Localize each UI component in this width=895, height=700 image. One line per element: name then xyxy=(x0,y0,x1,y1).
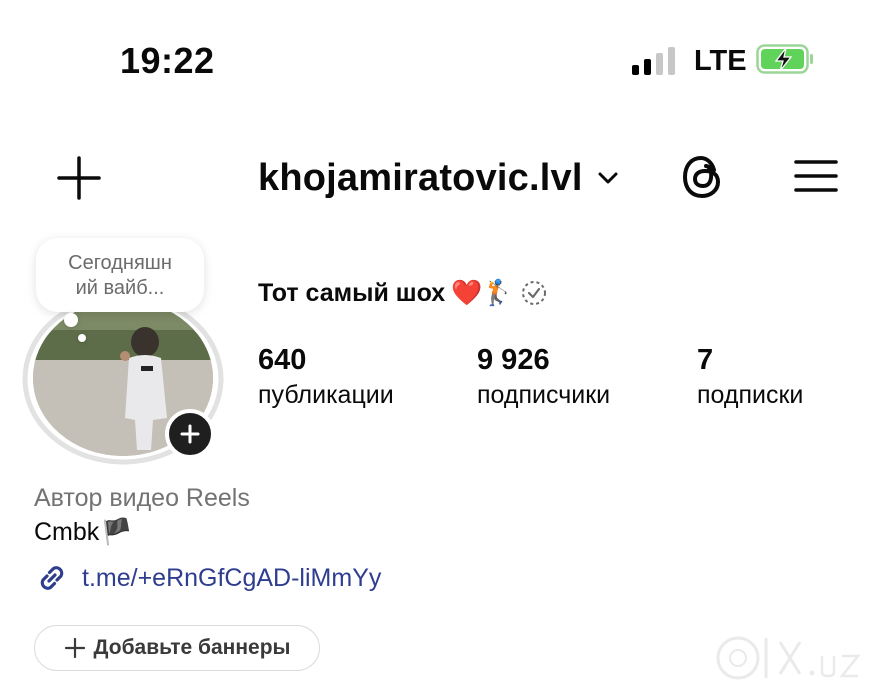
full-name: Тот самый шох xyxy=(258,278,446,307)
note-bubble-tail xyxy=(64,313,78,327)
profile-category: Автор видео Reels xyxy=(34,484,250,512)
profile-note-bubble[interactable]: Сегодняшн ий вайб... xyxy=(36,238,204,312)
bio-text: Cmbk 🏴 xyxy=(34,518,132,547)
stat-label: подписки xyxy=(697,381,804,409)
plus-icon xyxy=(180,424,200,444)
bio-flag: 🏴 xyxy=(101,518,133,546)
add-banners-button[interactable]: Добавьте баннеры xyxy=(34,625,320,671)
stat-label: публикации xyxy=(258,381,394,409)
followers-count[interactable]: 9 926 подписчики xyxy=(477,344,610,412)
link-icon xyxy=(40,566,64,590)
chevron-down-icon xyxy=(598,172,618,184)
stat-label: подписчики xyxy=(477,381,611,409)
bio-line: Cmbk xyxy=(34,518,100,546)
plus-icon xyxy=(64,637,85,659)
name-emoji: ❤️🏌️ xyxy=(451,278,514,307)
profile-username: khojamiratovic.lvl xyxy=(258,156,583,199)
add-story-button[interactable] xyxy=(165,409,215,459)
battery-charging-icon xyxy=(756,44,814,74)
stat-value: 640 xyxy=(258,344,307,376)
dashed-check-icon xyxy=(522,281,547,305)
following-count[interactable]: 7 подписки xyxy=(697,344,803,412)
account-switcher[interactable]: khojamiratovic.lvl xyxy=(258,152,619,204)
plus-icon xyxy=(57,156,101,200)
menu-button[interactable] xyxy=(792,156,840,196)
olx-watermark xyxy=(708,628,884,688)
create-post-button[interactable] xyxy=(55,154,103,202)
network-type: LTE xyxy=(694,45,747,77)
bio-link[interactable]: t.me/+eRnGfCgAD-liMmYy xyxy=(34,560,381,596)
posts-count[interactable]: 640 публикации xyxy=(258,344,394,412)
full-name-row: Тот самый шох ❤️🏌️ xyxy=(258,278,549,308)
threads-icon[interactable] xyxy=(678,152,728,202)
note-bubble-tail-small xyxy=(78,334,86,342)
note-text: Сегодняшн ий вайб... xyxy=(68,252,172,299)
status-time: 19:22 xyxy=(120,40,215,81)
signal-strength-icon xyxy=(632,47,676,75)
add-banners-label: Добавьте баннеры xyxy=(93,636,291,659)
hamburger-icon xyxy=(794,160,838,192)
link-url: t.me/+eRnGfCgAD-liMmYy xyxy=(82,563,382,592)
stat-value: 7 xyxy=(697,344,714,376)
stat-value: 9 926 xyxy=(477,344,550,376)
